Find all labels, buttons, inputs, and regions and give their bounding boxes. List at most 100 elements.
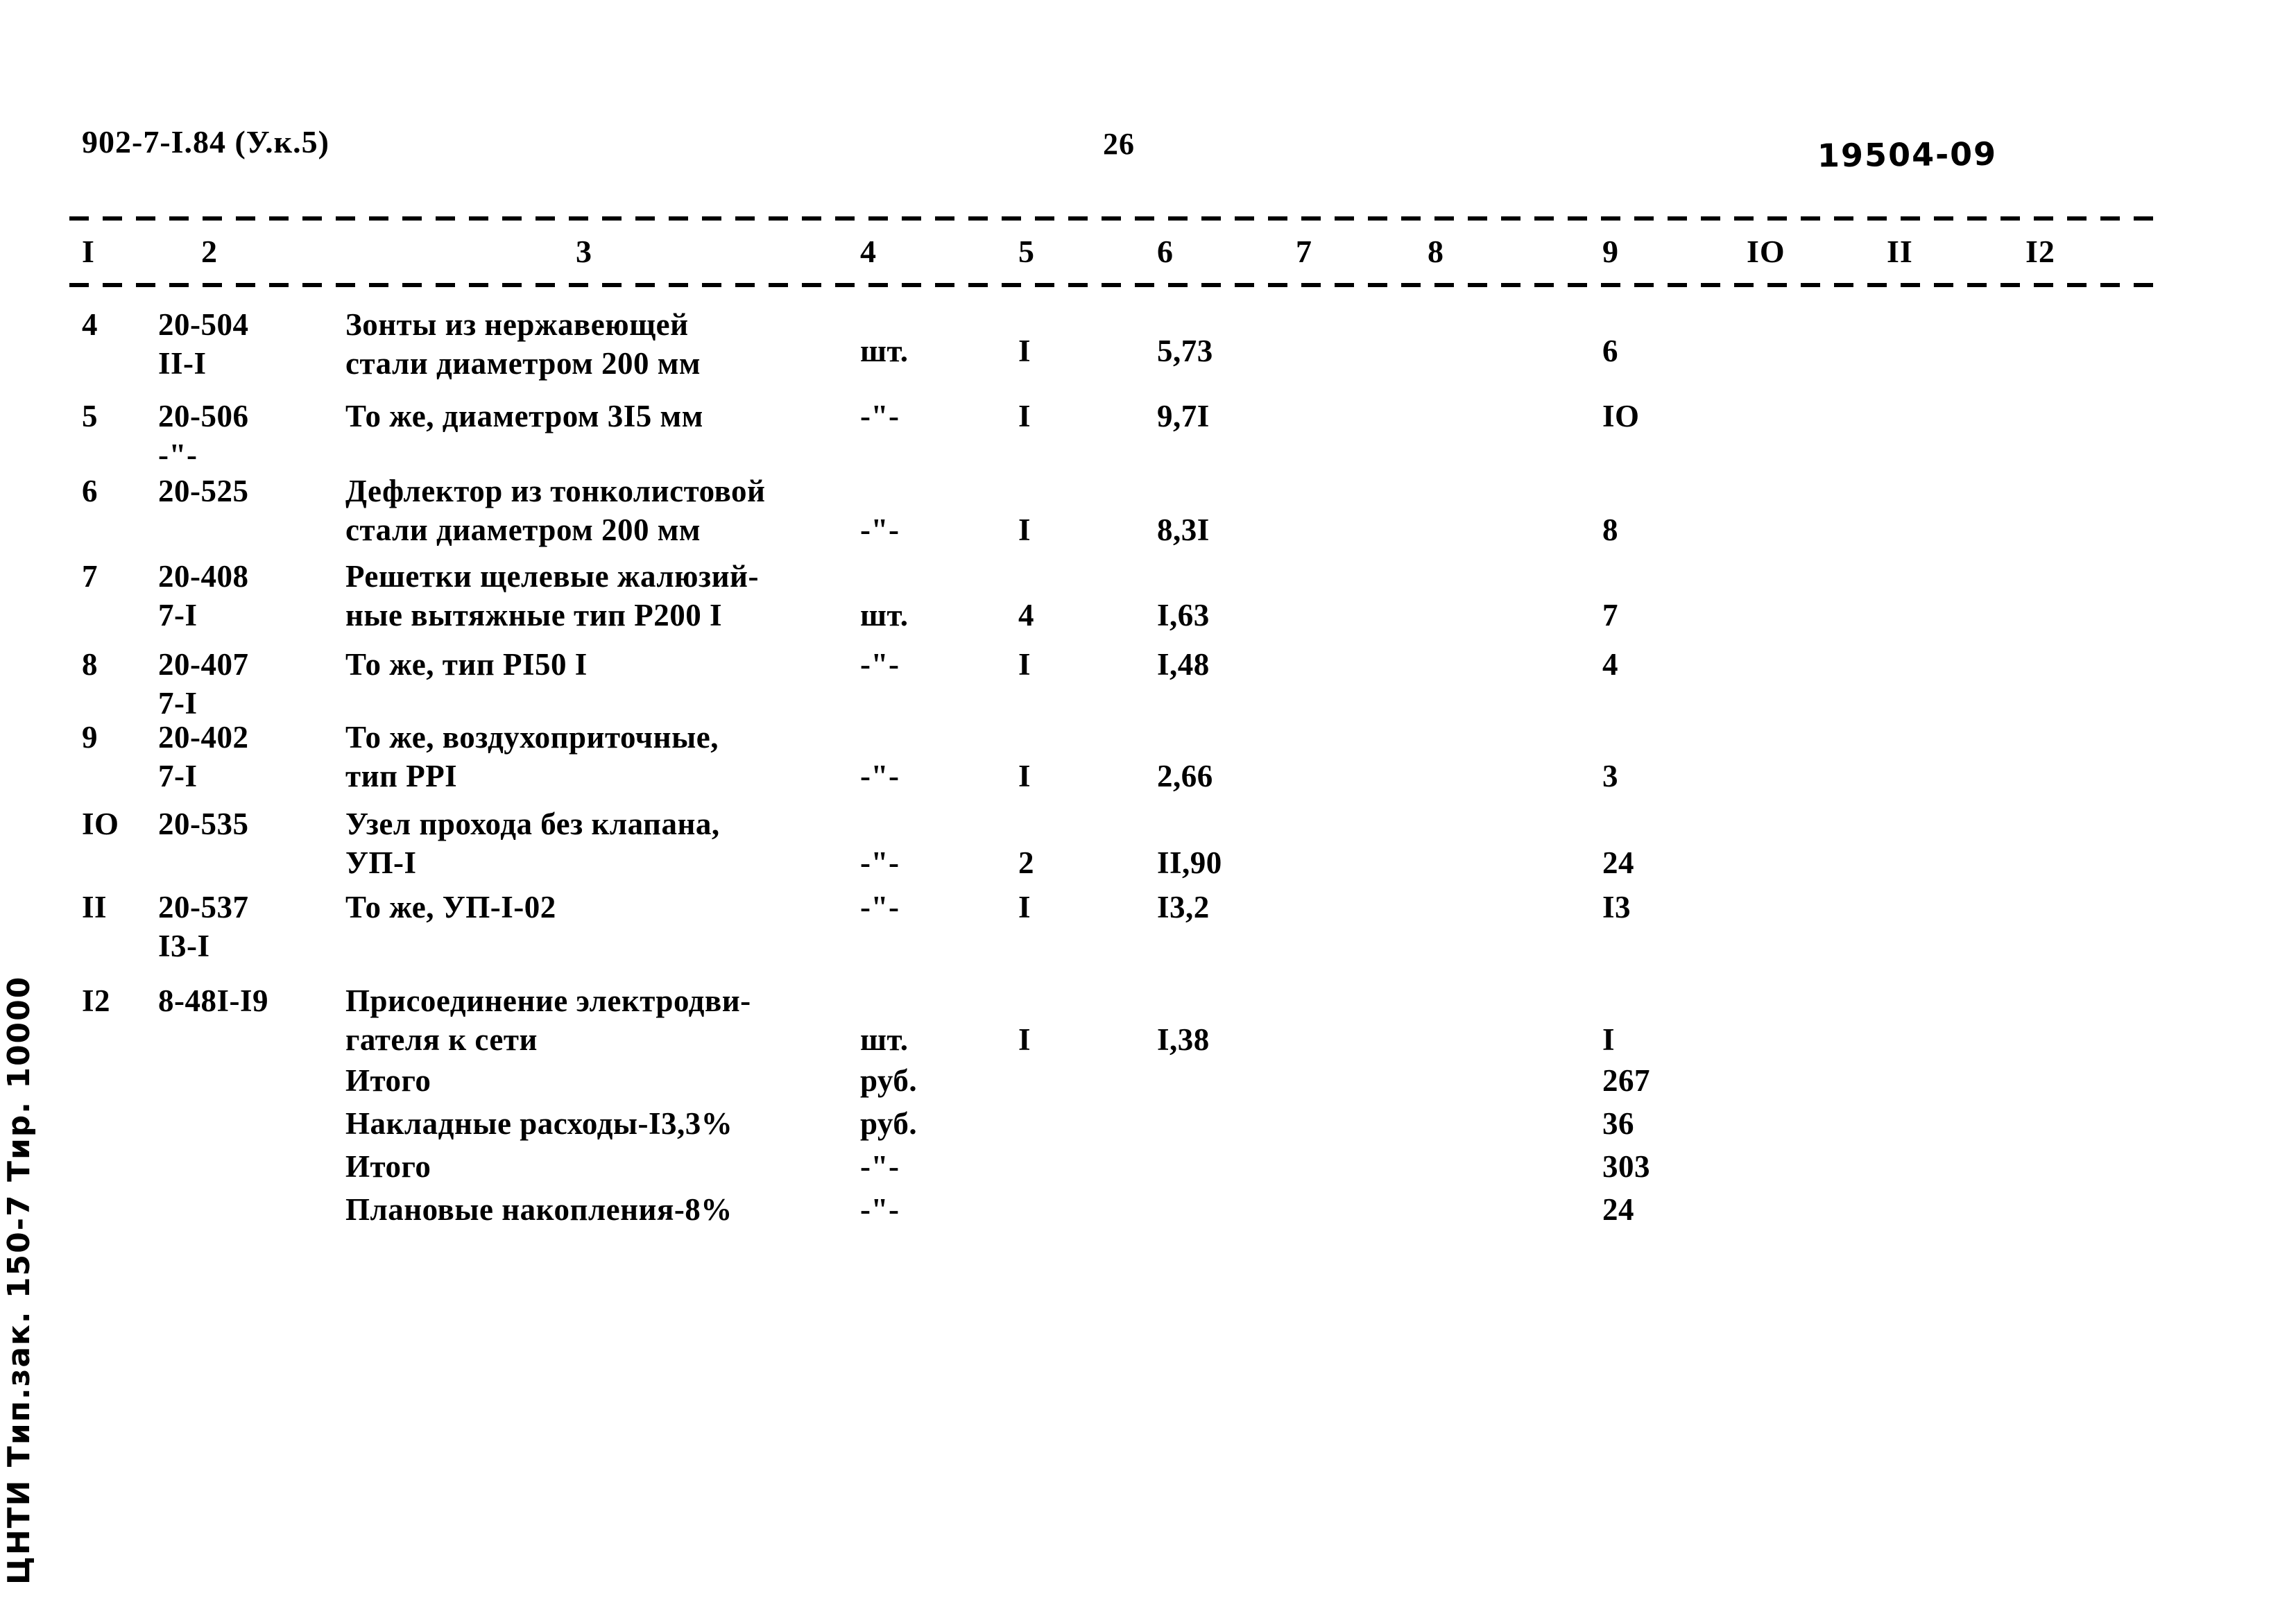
- row-unit: -"-: [860, 1192, 900, 1227]
- row-quantity: I: [1018, 890, 1031, 924]
- row-unit: шт.: [860, 598, 909, 633]
- row-number: 4: [82, 307, 98, 342]
- row-total: IO: [1602, 399, 1640, 433]
- row-total: 4: [1602, 647, 1618, 682]
- row-unit: -"-: [860, 399, 900, 433]
- row-code-primary: 20-535: [158, 807, 249, 841]
- column-header-5: 5: [1018, 234, 1035, 269]
- row-total: 24: [1602, 1192, 1634, 1227]
- page-number: 26: [1103, 127, 1135, 161]
- row-unit: руб.: [860, 1106, 918, 1141]
- row-description-line1: Плановые накопления-8%: [345, 1192, 733, 1227]
- column-header-7: 7: [1296, 234, 1312, 269]
- row-unit: -"-: [860, 1149, 900, 1184]
- row-total: 7: [1602, 598, 1618, 633]
- row-total: I3: [1602, 890, 1631, 924]
- row-description-line1: Накладные расходы-I3,3%: [345, 1106, 733, 1141]
- row-code-secondary: 7-I: [158, 598, 198, 633]
- row-description-line1: Присоединение электродви-: [345, 983, 751, 1018]
- column-header-2: 2: [201, 234, 218, 269]
- row-description-line1: Узел прохода без клапана,: [345, 807, 720, 841]
- row-unit: шт.: [860, 1022, 909, 1057]
- row-code-primary: 20-506: [158, 399, 249, 433]
- row-total: I: [1602, 1022, 1616, 1057]
- row-number: 7: [82, 559, 98, 594]
- row-quantity: I: [1018, 334, 1031, 368]
- row-code-primary: 20-504: [158, 307, 249, 342]
- row-description-line1: То же, диаметром 3I5 мм: [345, 399, 703, 433]
- document-page: 902-7-I.84 (У.к.5) 26 19504-09 I23456789…: [0, 0, 2296, 1600]
- row-description-line1: То же, УП-I-02: [345, 890, 556, 924]
- row-code-secondary: I3-I: [158, 929, 210, 963]
- document-code: 902-7-I.84 (У.к.5): [82, 124, 329, 160]
- printer-imprint: ЦНТИ Тип.зак. 150-7 Тир. 10000: [1, 975, 37, 1585]
- row-unit-price: 2,66: [1157, 759, 1213, 793]
- row-description-line1: Зонты из нержавеющей: [345, 307, 689, 342]
- row-description-line2: тип РРI: [345, 759, 458, 793]
- row-code-secondary: -"-: [158, 438, 198, 472]
- row-number: I2: [82, 983, 111, 1018]
- row-unit: руб.: [860, 1063, 918, 1098]
- row-unit-price: 8,3I: [1157, 513, 1210, 547]
- row-description-line1: То же, воздухоприточные,: [345, 720, 719, 755]
- row-quantity: 4: [1018, 598, 1034, 633]
- row-unit-price: I3,2: [1157, 890, 1210, 924]
- row-code-secondary: 7-I: [158, 686, 198, 721]
- row-unit-price: I,63: [1157, 598, 1210, 633]
- row-total: 8: [1602, 513, 1618, 547]
- row-description-line1: Дефлектор из тонколистовой: [345, 474, 766, 508]
- archive-stamp-code: 19504-09: [1817, 135, 1998, 175]
- row-code-primary: 8-48I-I9: [158, 983, 268, 1018]
- row-unit: шт.: [860, 334, 909, 368]
- column-header-11: II: [1887, 234, 1913, 269]
- row-unit-price: II,90: [1157, 845, 1222, 880]
- row-number: 5: [82, 399, 98, 433]
- row-total: 303: [1602, 1149, 1650, 1184]
- row-number: II: [82, 890, 108, 924]
- row-description-line2: стали диаметром 200 мм: [345, 513, 701, 547]
- row-quantity: I: [1018, 399, 1031, 433]
- row-description-line2: гателя к сети: [345, 1022, 538, 1057]
- row-code-primary: 20-525: [158, 474, 249, 508]
- row-number: 9: [82, 720, 98, 755]
- row-code-primary: 20-407: [158, 647, 249, 682]
- row-unit: -"-: [860, 513, 900, 547]
- row-total: 3: [1602, 759, 1618, 793]
- row-unit: -"-: [860, 759, 900, 793]
- row-code-primary: 20-402: [158, 720, 249, 755]
- row-description-line2: стали диаметром 200 мм: [345, 346, 701, 381]
- row-unit: -"-: [860, 647, 900, 682]
- column-header-12: I2: [2025, 234, 2055, 269]
- column-header-3: 3: [576, 234, 592, 269]
- row-unit-price: 9,7I: [1157, 399, 1210, 433]
- row-total: 36: [1602, 1106, 1634, 1141]
- row-code-primary: 20-408: [158, 559, 249, 594]
- column-header-1: I: [82, 234, 95, 269]
- row-code-secondary: 7-I: [158, 759, 198, 793]
- row-total: 6: [1602, 334, 1618, 368]
- row-quantity: I: [1018, 759, 1031, 793]
- row-code-secondary: II-I: [158, 346, 207, 381]
- row-unit: -"-: [860, 890, 900, 924]
- row-description-line1: Решетки щелевые жалюзий-: [345, 559, 759, 594]
- column-header-4: 4: [860, 234, 877, 269]
- row-quantity: I: [1018, 1022, 1031, 1057]
- table-rule-bottom: [69, 283, 2157, 287]
- row-unit-price: I,38: [1157, 1022, 1210, 1057]
- row-quantity: I: [1018, 513, 1031, 547]
- table-rule-top: [69, 216, 2157, 221]
- row-description-line1: Итого: [345, 1149, 431, 1184]
- row-quantity: I: [1018, 647, 1031, 682]
- row-total: 267: [1602, 1063, 1650, 1098]
- column-header-6: 6: [1157, 234, 1174, 269]
- row-description-line2: УП-I: [345, 845, 417, 880]
- row-description-line1: То же, тип РI50 I: [345, 647, 588, 682]
- row-unit-price: I,48: [1157, 647, 1210, 682]
- row-total: 24: [1602, 845, 1634, 880]
- row-description-line1: Итого: [345, 1063, 431, 1098]
- row-number: 8: [82, 647, 98, 682]
- row-number: IO: [82, 807, 119, 841]
- row-quantity: 2: [1018, 845, 1034, 880]
- row-code-primary: 20-537: [158, 890, 249, 924]
- column-header-10: IO: [1747, 234, 1785, 269]
